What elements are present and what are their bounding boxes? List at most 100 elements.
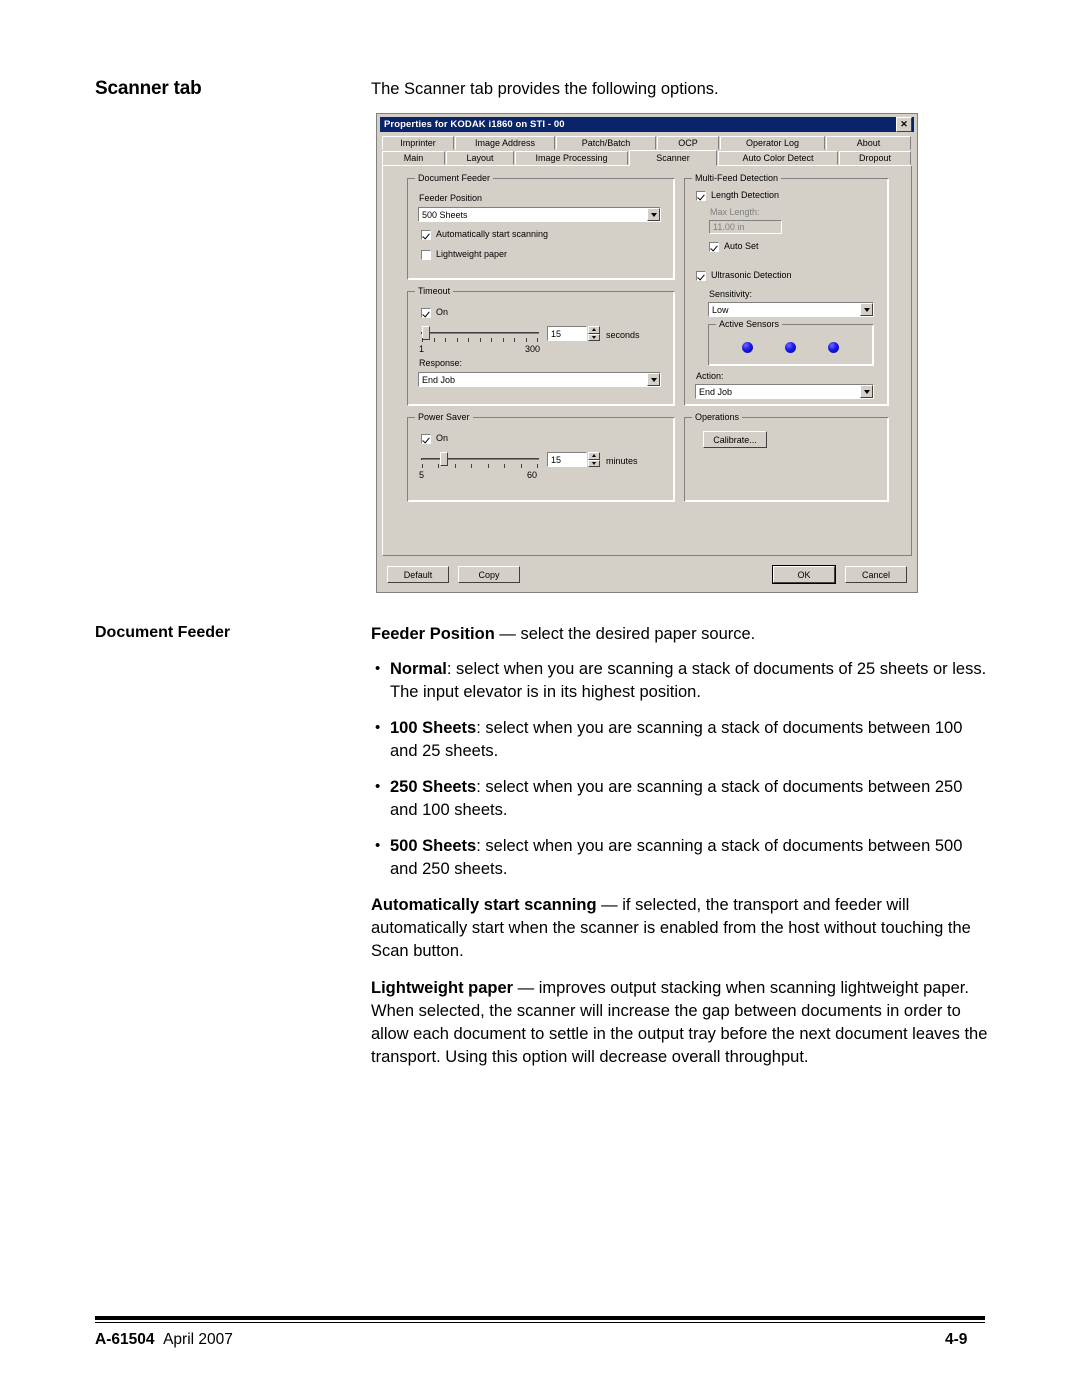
document-page: Scanner tab The Scanner tab provides the… xyxy=(0,0,1080,1397)
intro-text: The Scanner tab provides the following o… xyxy=(371,80,719,98)
footer-divider-thin xyxy=(95,1322,985,1323)
timeout-value-stepper[interactable]: 15 xyxy=(547,326,600,341)
power-saver-spin-buttons[interactable] xyxy=(588,452,600,467)
tab-layout[interactable]: Layout xyxy=(446,151,514,165)
tab-operator-log[interactable]: Operator Log xyxy=(720,136,825,150)
group-title-operations: Operations xyxy=(692,412,743,422)
tab-row-lower: Main Layout Image Processing Scanner Aut… xyxy=(382,150,912,166)
group-multi-feed-detection: Multi-Feed Detection Length Detection Ma… xyxy=(684,173,889,406)
auto-set-checkbox[interactable]: Auto Set xyxy=(709,241,759,252)
auto-set-label: Auto Set xyxy=(724,241,759,251)
dialog-title: Properties for KODAK i1860 on STI - 00 xyxy=(384,119,565,130)
tab-auto-color-detect[interactable]: Auto Color Detect xyxy=(718,151,838,165)
footer-page-number: 4-9 xyxy=(945,1331,968,1348)
chevron-down-icon[interactable] xyxy=(860,385,873,398)
checkbox-icon xyxy=(421,307,431,318)
tab-patch-batch[interactable]: Patch/Batch xyxy=(556,136,656,150)
default-button[interactable]: Default xyxy=(387,566,449,583)
paragraph-feeder-position: Feeder Position — select the desired pap… xyxy=(371,623,991,646)
list-item: 250 Sheets: select when you are scanning… xyxy=(371,775,991,822)
footer-left: A-61504 April 2007 xyxy=(95,1331,233,1349)
checkbox-icon xyxy=(421,249,431,260)
group-operations: Operations Calibrate... xyxy=(684,412,889,502)
chevron-down-icon[interactable] xyxy=(647,208,660,221)
power-saver-value-stepper[interactable]: 15 xyxy=(547,452,600,467)
term-100-sheets: 100 Sheets xyxy=(390,719,477,737)
tab-image-processing[interactable]: Image Processing xyxy=(515,151,628,165)
text-normal: : select when you are scanning a stack o… xyxy=(390,660,987,701)
scanner-properties-dialog: Properties for KODAK i1860 on STI - 00 ✕… xyxy=(376,113,918,593)
dialog-titlebar: Properties for KODAK i1860 on STI - 00 ✕ xyxy=(380,117,914,132)
power-saver-on-label: On xyxy=(436,433,449,443)
sensitivity-select[interactable]: Low xyxy=(708,302,874,317)
spin-down-icon[interactable] xyxy=(588,459,600,467)
sensitivity-label: Sensitivity: xyxy=(709,289,753,299)
chevron-down-icon[interactable] xyxy=(647,373,660,386)
close-icon[interactable]: ✕ xyxy=(896,117,912,132)
sensor-indicator-2 xyxy=(785,342,796,353)
list-item: 500 Sheets: select when you are scanning… xyxy=(371,834,991,881)
sensitivity-value: Low xyxy=(712,304,729,315)
timeout-spin-buttons[interactable] xyxy=(588,326,600,341)
auto-start-scanning-checkbox[interactable]: Automatically start scanning xyxy=(421,229,548,240)
tab-dropout[interactable]: Dropout xyxy=(839,151,911,165)
timeout-response-select[interactable]: End Job xyxy=(418,372,661,387)
tab-image-address[interactable]: Image Address xyxy=(455,136,555,150)
timeout-slider-min: 1 xyxy=(419,344,425,354)
group-title-timeout: Timeout xyxy=(415,286,454,296)
checkbox-icon xyxy=(709,241,719,252)
page-title: Scanner tab xyxy=(95,78,202,99)
max-length-label: Max Length: xyxy=(710,207,760,217)
length-detection-checkbox[interactable]: Length Detection xyxy=(696,190,779,201)
power-saver-slider-min: 5 xyxy=(419,470,425,480)
action-select[interactable]: End Job xyxy=(695,384,874,399)
tab-strip: Imprinter Image Address Patch/Batch OCP … xyxy=(382,135,912,166)
power-saver-on-checkbox[interactable]: On xyxy=(421,433,448,444)
list-item: 100 Sheets: select when you are scanning… xyxy=(371,716,991,763)
max-length-input[interactable]: 11.00 in xyxy=(709,220,782,234)
timeout-units-label: seconds xyxy=(606,330,640,340)
timeout-on-checkbox[interactable]: On xyxy=(421,307,448,318)
footer-divider xyxy=(95,1316,985,1320)
term-250-sheets: 250 Sheets xyxy=(390,778,477,796)
text-100-sheets: : select when you are scanning a stack o… xyxy=(390,719,963,760)
copy-button[interactable]: Copy xyxy=(458,566,520,583)
feeder-position-options-list: Normal: select when you are scanning a s… xyxy=(371,657,991,881)
term-500-sheets: 500 Sheets xyxy=(390,837,477,855)
text-250-sheets: : select when you are scanning a stack o… xyxy=(390,778,963,819)
paragraph-lightweight: Lightweight paper — improves output stac… xyxy=(371,977,991,1069)
timeout-value-input[interactable]: 15 xyxy=(547,326,587,341)
paragraph-auto-start: Automatically start scanning — if select… xyxy=(371,894,991,963)
tab-ocp[interactable]: OCP xyxy=(657,136,719,150)
tab-row-upper: Imprinter Image Address Patch/Batch OCP … xyxy=(382,135,912,150)
ultrasonic-detection-checkbox[interactable]: Ultrasonic Detection xyxy=(696,270,792,281)
dialog-button-bar: Default Copy OK Cancel xyxy=(382,560,912,588)
tab-main[interactable]: Main xyxy=(382,151,445,165)
ok-button[interactable]: OK xyxy=(772,565,836,584)
term-lightweight: Lightweight paper xyxy=(371,979,514,997)
power-saver-slider-track[interactable] xyxy=(421,458,539,460)
spin-up-icon[interactable] xyxy=(588,452,600,460)
calibrate-button[interactable]: Calibrate... xyxy=(703,431,767,448)
feeder-position-value: 500 Sheets xyxy=(422,209,468,220)
checkbox-icon xyxy=(421,229,431,240)
spin-down-icon[interactable] xyxy=(588,333,600,341)
term-feeder-position: Feeder Position xyxy=(371,625,495,643)
footer-date: April 2007 xyxy=(163,1331,233,1348)
power-saver-slider-max: 60 xyxy=(527,470,538,480)
spin-up-icon[interactable] xyxy=(588,326,600,334)
tab-imprinter[interactable]: Imprinter xyxy=(382,136,454,150)
power-saver-value-input[interactable]: 15 xyxy=(547,452,587,467)
tab-about[interactable]: About xyxy=(826,136,911,150)
feeder-position-select[interactable]: 500 Sheets xyxy=(418,207,661,222)
group-title-active-sensors: Active Sensors xyxy=(716,319,783,329)
tab-scanner[interactable]: Scanner xyxy=(629,150,717,166)
chevron-down-icon[interactable] xyxy=(860,303,873,316)
cancel-button[interactable]: Cancel xyxy=(845,566,907,583)
action-value: End Job xyxy=(699,386,733,397)
lightweight-paper-checkbox[interactable]: Lightweight paper xyxy=(421,249,507,260)
lightweight-paper-label: Lightweight paper xyxy=(436,249,508,259)
timeout-slider-track[interactable] xyxy=(421,332,539,334)
sensor-indicator-3 xyxy=(828,342,839,353)
margin-label-document-feeder: Document Feeder xyxy=(95,624,231,641)
